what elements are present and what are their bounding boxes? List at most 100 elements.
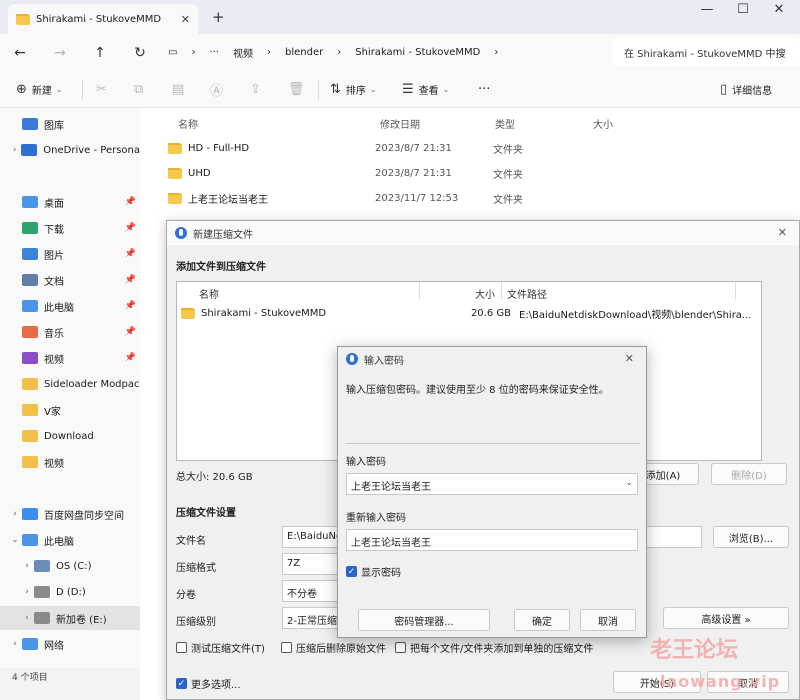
cancel-button[interactable]: 取消 — [580, 609, 636, 631]
share-button[interactable]: ⇪ — [250, 82, 266, 97]
close-icon[interactable]: ✕ — [778, 226, 787, 239]
breadcrumb-more[interactable]: ··· — [209, 47, 219, 58]
sidebar-item[interactable]: ⌄ 此电脑 — [0, 528, 140, 552]
delete-button[interactable]: 🗑 — [288, 82, 310, 97]
sidebar-item[interactable]: 下载 📌 — [0, 216, 140, 240]
sidebar-item[interactable]: 音乐 📌 — [0, 320, 140, 344]
sidebar-item[interactable]: 文档 📌 — [0, 268, 140, 292]
breadcrumb-item-current[interactable]: Shirakami - StukoveMMD — [355, 47, 480, 58]
sidebar-item[interactable]: › 新加卷 (E:) — [0, 606, 140, 630]
row-size: 20.6 GB — [470, 307, 511, 319]
folder-icon — [168, 167, 182, 179]
file-row[interactable]: UHD 2023/8/7 21:31 文件夹 — [168, 161, 788, 185]
more-button[interactable]: ··· — [478, 82, 490, 97]
password-input[interactable]: 上老王论坛当老王 ⌄ — [346, 473, 638, 495]
sidebar-item[interactable]: › D (D:) — [0, 580, 140, 604]
chevron-icon[interactable]: › — [8, 509, 22, 519]
file-type: 文件夹 — [493, 194, 523, 206]
maximize-button[interactable]: ☐ — [728, 2, 758, 17]
breadcrumb-item-videos[interactable]: 视频 — [233, 45, 253, 60]
chevron-icon[interactable]: › — [20, 613, 34, 623]
column-header-name[interactable]: 名称 — [199, 286, 219, 301]
close-icon[interactable]: ✕ — [625, 352, 634, 365]
test-archive-checkbox[interactable]: 测试压缩文件(T) — [176, 640, 265, 655]
chevron-icon[interactable]: › — [8, 639, 22, 649]
divider — [419, 282, 420, 300]
settings-heading: 压缩文件设置 — [176, 508, 236, 519]
sidebar-item[interactable]: V家 — [0, 398, 140, 422]
column-header-path[interactable]: 文件路径 — [507, 286, 547, 301]
confirm-password-input[interactable]: 上老王论坛当老王 — [346, 529, 638, 551]
column-header-size[interactable]: 大小 — [593, 116, 613, 131]
sidebar-item[interactable]: › 百度网盘同步空间 — [0, 502, 140, 526]
sidebar-item[interactable]: › OS (C:) — [0, 554, 140, 578]
music-icon — [22, 326, 38, 338]
column-header-name[interactable]: 名称 — [178, 116, 198, 131]
confirm-password-label: 重新输入密码 — [346, 513, 406, 524]
split-select[interactable]: 不分卷 — [282, 580, 342, 602]
column-header-type[interactable]: 类型 — [495, 116, 515, 131]
rename-icon: Ⓐ — [210, 84, 224, 99]
advanced-settings-button[interactable]: 高级设置 » — [663, 607, 789, 629]
sidebar-item[interactable]: 图片 📌 — [0, 242, 140, 266]
file-name: 上老王论坛当老王 — [188, 194, 268, 206]
sort-button[interactable]: ⇅ 排序 ⌄ — [330, 82, 377, 97]
column-header-size[interactable]: 大小 — [475, 286, 495, 301]
refresh-button[interactable]: ↻ — [120, 45, 160, 61]
copy-button[interactable]: ⧉ — [134, 82, 148, 97]
browse-button[interactable]: 浏览(B)... — [713, 526, 789, 548]
rename-button[interactable]: Ⓐ — [210, 80, 228, 99]
breadcrumb-item-blender[interactable]: blender — [285, 47, 323, 58]
chevron-icon[interactable]: › — [20, 561, 34, 571]
sidebar-item[interactable]: 视频 — [0, 450, 140, 474]
minimize-button[interactable]: — — [692, 2, 722, 17]
view-button[interactable]: ☰ 查看 ⌄ — [402, 82, 449, 97]
tab-bar: Shirakami - StukoveMMD ✕ + — ☐ ✕ — [0, 0, 800, 34]
paste-button[interactable]: ▤ — [172, 82, 189, 97]
search-input[interactable]: 在 Shirakami - StukoveMMD 中搜 — [612, 38, 800, 66]
more-options-checkbox[interactable]: ✓ 更多选项... — [176, 676, 241, 691]
ok-button[interactable]: 确定 — [514, 609, 570, 631]
details-button[interactable]: ▯ 详细信息 — [720, 82, 772, 97]
view-label: 查看 — [418, 86, 439, 97]
forward-button[interactable]: → — [40, 45, 80, 61]
back-button[interactable]: ← — [0, 45, 40, 61]
up-button[interactable]: ↑ — [80, 45, 120, 61]
add-files-heading: 添加文件到压缩文件 — [176, 262, 266, 273]
sidebar-item[interactable]: 桌面 📌 — [0, 190, 140, 214]
chevron-icon[interactable]: › — [20, 587, 34, 597]
divider — [318, 79, 319, 100]
dialog-title-bar: 新建压缩文件 ✕ — [167, 221, 799, 245]
show-password-checkbox[interactable]: ✓ 显示密码 — [346, 564, 401, 579]
new-button[interactable]: ⊕ 新建 ⌄ — [16, 82, 63, 97]
format-select[interactable]: 7Z — [282, 553, 342, 575]
sidebar-item[interactable]: Sideloader Modpac — [0, 372, 140, 396]
column-header-date[interactable]: 修改日期 — [380, 116, 420, 131]
sidebar-item[interactable]: 图库 — [0, 112, 140, 136]
row-path: E:\BaiduNetdiskDownload\视频\blender\Shira… — [519, 309, 752, 321]
close-tab-icon[interactable]: ✕ — [181, 13, 190, 26]
file-row[interactable]: HD - Full-HD 2023/8/7 21:31 文件夹 — [168, 136, 788, 160]
sidebar-item[interactable]: Download — [0, 424, 140, 448]
sidebar-item[interactable]: 视频 📌 — [0, 346, 140, 370]
gallery-icon — [22, 118, 38, 130]
table-row[interactable]: Shirakami - StukoveMMD 20.6 GB E:\BaiduN… — [181, 304, 757, 322]
delete-button[interactable]: 删除(D) — [711, 463, 787, 485]
cut-button[interactable]: ✂ — [96, 82, 112, 97]
sidebar-item[interactable]: › OneDrive - Persona — [0, 138, 140, 162]
file-row[interactable]: 上老王论坛当老王 2023/11/7 12:53 文件夹 — [168, 186, 788, 210]
chevron-down-icon[interactable]: ⌄ — [625, 478, 633, 488]
delete-after-checkbox[interactable]: 压缩后删除原始文件 — [281, 640, 386, 655]
close-window-button[interactable]: ✕ — [764, 2, 794, 17]
new-tab-button[interactable]: + — [212, 8, 225, 26]
nav-bar: ← → ↑ ↻ ▭ › ··· 视频 › blender › Shirakami… — [0, 34, 800, 72]
chevron-icon[interactable]: ⌄ — [8, 535, 22, 545]
sidebar-item[interactable]: › 网络 — [0, 632, 140, 656]
level-select[interactable]: 2-正常压缩 — [282, 607, 342, 629]
tab-shirakami[interactable]: Shirakami - StukoveMMD ✕ — [8, 4, 198, 34]
separate-archives-checkbox[interactable]: 把每个文件/文件夹添加到单独的压缩文件 — [395, 640, 593, 655]
password-manager-button[interactable]: 密码管理器... — [358, 609, 490, 631]
folder-icon — [168, 142, 182, 154]
sidebar-item[interactable]: 此电脑 📌 — [0, 294, 140, 318]
chevron-icon[interactable]: › — [8, 145, 21, 155]
